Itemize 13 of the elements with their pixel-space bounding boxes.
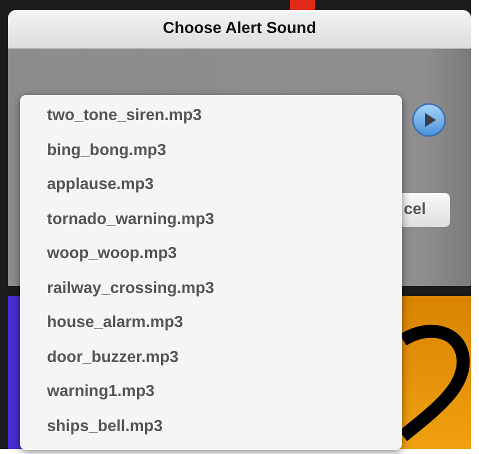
play-icon[interactable] — [412, 103, 446, 137]
sound-list-item[interactable]: tornado_warning.mp3 — [20, 202, 402, 237]
sound-list-item[interactable]: door_buzzer.mp3 — [20, 340, 402, 375]
sound-list-item[interactable]: ships_bell.mp3 — [20, 410, 402, 444]
sound-list-item[interactable]: warning1.mp3 — [20, 375, 402, 410]
dialog-title: Choose Alert Sound — [162, 20, 316, 38]
sound-list-item[interactable]: woop_woop.mp3 — [20, 237, 402, 272]
sound-list-item[interactable]: applause.mp3 — [20, 168, 402, 202]
indicator-mark — [290, 0, 315, 10]
sound-list-item[interactable]: two_tone_siren.mp3 — [20, 99, 402, 134]
sound-list-item[interactable]: railway_crossing.mp3 — [20, 272, 402, 306]
sound-list-item[interactable]: bing_bong.mp3 — [20, 134, 402, 168]
sound-list-item[interactable]: house_alarm.mp3 — [20, 306, 402, 340]
